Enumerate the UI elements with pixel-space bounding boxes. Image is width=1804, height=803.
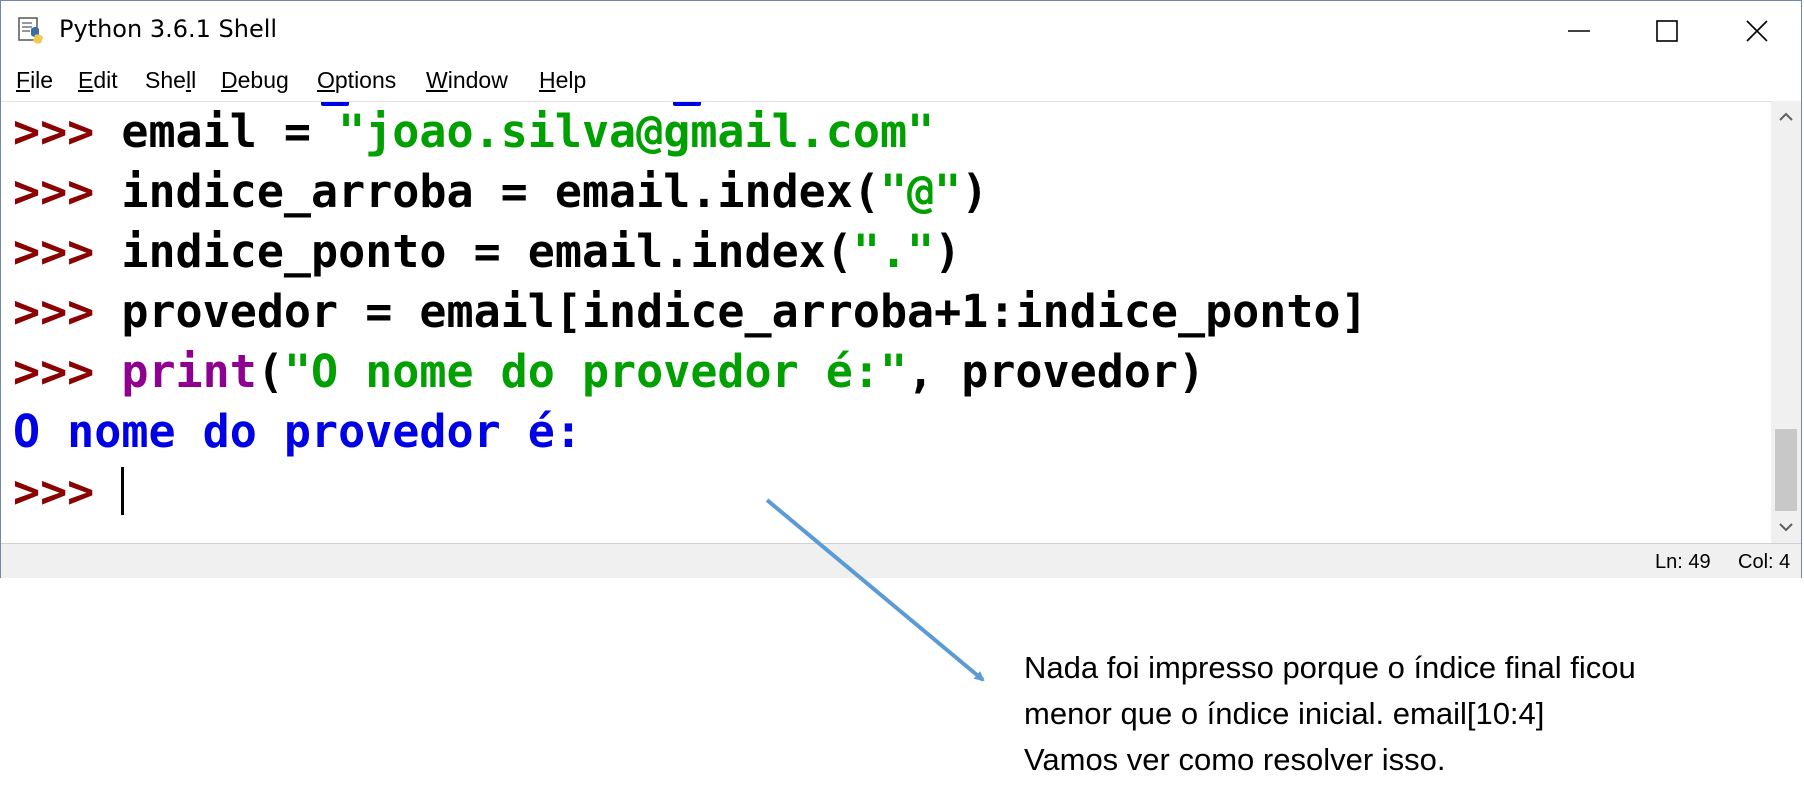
annotation-line: menor que o índice inicial. email[10:4] (1024, 696, 1545, 731)
annotation-text: Nada foi impresso porque o índice final … (1024, 645, 1794, 783)
annotation-line: Nada foi impresso porque o índice final … (1024, 650, 1636, 685)
annotation-line: Vamos ver como resolver isso. (1024, 742, 1446, 777)
